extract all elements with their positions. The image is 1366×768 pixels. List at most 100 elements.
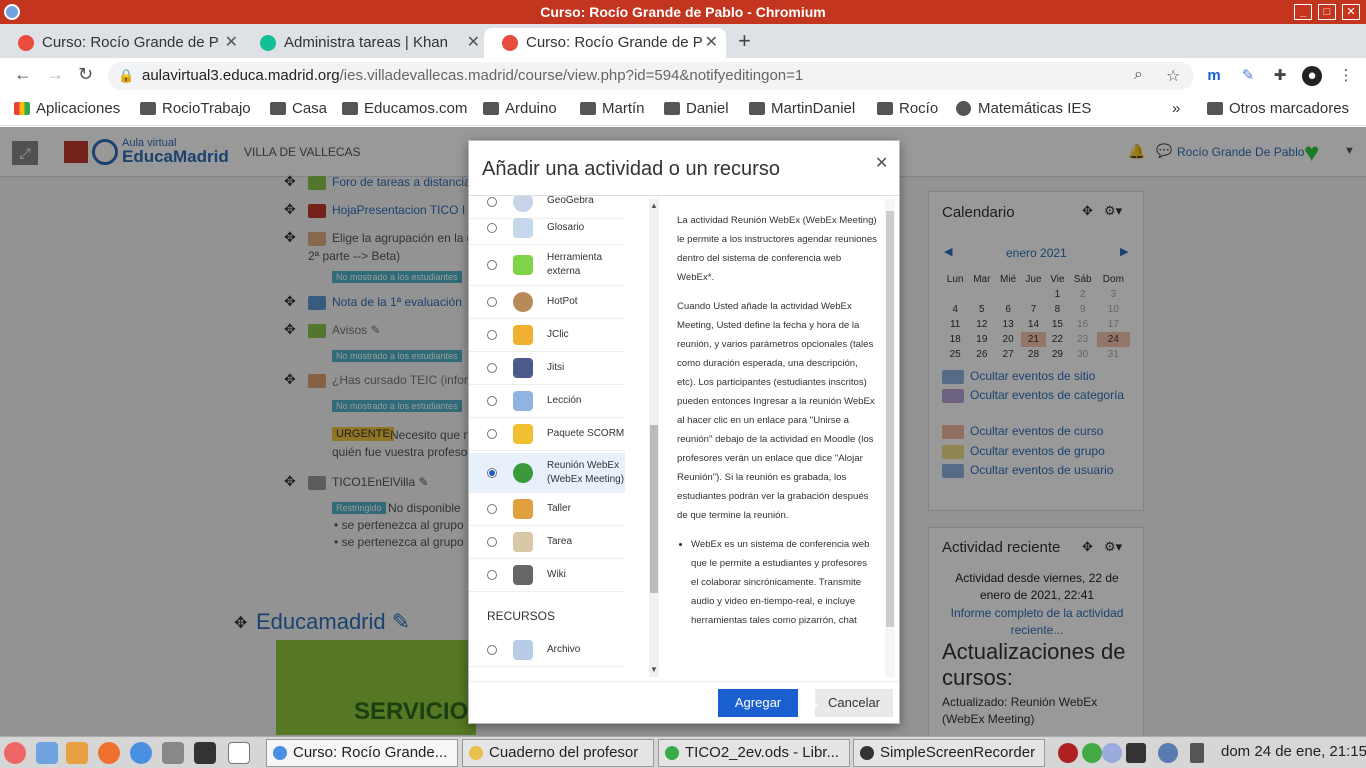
option-jitsi[interactable]: Jitsi <box>469 352 625 385</box>
option-jclic[interactable]: JClic <box>469 319 625 352</box>
option-archivo[interactable]: Archivo <box>469 634 625 667</box>
radio-button[interactable] <box>487 363 497 373</box>
bookmark-other[interactable]: Otros marcadores <box>1207 100 1349 117</box>
screenshot-icon[interactable] <box>162 742 184 764</box>
url-path: /ies.villadevallecas.madrid/course/view.… <box>339 67 804 84</box>
radio-button[interactable] <box>487 396 497 406</box>
cancel-button[interactable]: Cancelar <box>815 689 893 717</box>
extension-feather-icon[interactable]: ✎ <box>1238 66 1258 86</box>
close-window-button[interactable]: ✕ <box>1342 4 1360 20</box>
help-paragraph: La actividad Reunión WebEx (WebEx Meetin… <box>677 215 877 283</box>
editor-icon[interactable] <box>66 742 88 764</box>
extensions-puzzle-icon[interactable]: ✚ <box>1270 66 1290 86</box>
add-button[interactable]: Agregar <box>718 689 798 717</box>
record-icon[interactable] <box>1058 743 1078 763</box>
firefox-icon[interactable] <box>98 742 120 764</box>
option-hotpot[interactable]: HotPot <box>469 286 625 319</box>
option-herramienta-externa[interactable]: Herramienta externa <box>469 245 625 286</box>
radio-button[interactable] <box>487 537 497 547</box>
option-paquete-scorm[interactable]: Paquete SCORM <box>469 418 625 451</box>
network-icon[interactable] <box>1126 743 1146 763</box>
shield-icon[interactable] <box>1082 743 1102 763</box>
bookmarks-overflow[interactable]: » <box>1158 100 1180 117</box>
profile-avatar[interactable]: ● <box>1302 66 1322 86</box>
tab-close-icon[interactable]: ✕ <box>467 28 480 58</box>
bookmark-folder[interactable]: Educamos.com <box>342 100 467 117</box>
radio-button[interactable] <box>487 197 497 207</box>
radio-button[interactable] <box>487 429 497 439</box>
task-screenrecorder[interactable]: SimpleScreenRecorder <box>853 739 1045 767</box>
tab-label: Curso: Rocío Grande de P <box>42 34 219 51</box>
bookmark-folder[interactable]: MartinDaniel <box>749 100 855 117</box>
back-button[interactable]: ← <box>14 64 32 85</box>
launcher-icon[interactable] <box>36 742 58 764</box>
document-icon[interactable] <box>228 742 250 764</box>
folder-icon <box>877 102 893 115</box>
task-libreoffice[interactable]: TICO2_2ev.ods - Libr... <box>658 739 850 767</box>
task-cuaderno[interactable]: Cuaderno del profesor <box>462 739 654 767</box>
taskbar: Curso: Rocío Grande... Cuaderno del prof… <box>0 736 1366 768</box>
bookmark-folder[interactable]: RocioTrabajo <box>140 100 251 117</box>
address-bar[interactable]: 🔒 aulavirtual3.educa.madrid.org/ies.vill… <box>108 62 1194 90</box>
resources-heading: RECURSOS <box>487 609 556 623</box>
clock[interactable]: dom 24 de ene, 21:15 <box>1221 743 1366 760</box>
tab-course-active[interactable]: Curso: Rocío Grande de P ✕ <box>484 28 726 58</box>
chromium-icon[interactable] <box>130 742 152 764</box>
menu-kebab-icon[interactable]: ⋮ <box>1336 66 1356 86</box>
scrollbar-thumb[interactable] <box>886 211 894 627</box>
option-label: Lección <box>547 395 582 406</box>
option-leccion[interactable]: Lección <box>469 385 625 418</box>
options-scrollbar[interactable]: ▲ ▼ <box>649 199 659 677</box>
tab-khan[interactable]: Administra tareas | Khan ✕ <box>242 28 488 58</box>
cloud-icon[interactable] <box>1102 743 1122 763</box>
update-icon[interactable] <box>1158 743 1178 763</box>
tab-strip: Curso: Rocío Grande de P ✕ Administra ta… <box>0 24 1366 58</box>
extension-m-icon[interactable]: m <box>1204 66 1224 86</box>
help-scrollbar[interactable] <box>885 199 895 677</box>
radio-button[interactable] <box>487 330 497 340</box>
bookmark-folder[interactable]: Daniel <box>664 100 729 117</box>
forward-button[interactable]: → <box>46 64 64 85</box>
option-label: Paquete SCORM <box>547 428 625 439</box>
scroll-down-icon[interactable]: ▼ <box>650 665 658 674</box>
bookmark-apps[interactable]: Aplicaciones <box>14 100 120 117</box>
tab-course-1[interactable]: Curso: Rocío Grande de P ✕ <box>0 28 246 58</box>
new-tab-button[interactable]: + <box>738 28 751 54</box>
bookmark-link[interactable]: Matemáticas IES <box>956 100 1091 117</box>
maximize-button[interactable]: □ <box>1318 4 1336 20</box>
radio-button[interactable] <box>487 504 497 514</box>
start-menu-icon[interactable] <box>4 742 26 764</box>
option-taller[interactable]: Taller <box>469 493 625 526</box>
radio-button[interactable] <box>487 260 497 270</box>
option-label: GeoGebra <box>547 196 594 206</box>
radio-button[interactable] <box>487 297 497 307</box>
option-tarea[interactable]: Tarea <box>469 526 625 559</box>
option-label: Archivo <box>547 644 581 655</box>
terminal-icon[interactable] <box>194 742 216 764</box>
scroll-up-icon[interactable]: ▲ <box>650 201 658 210</box>
option-glosario[interactable]: Glosario <box>469 212 625 245</box>
option-reunion-webex[interactable]: Reunión WebEx (WebEx Meeting) <box>469 453 625 493</box>
radio-button-selected[interactable] <box>487 468 497 478</box>
task-chromium[interactable]: Curso: Rocío Grande... <box>266 739 458 767</box>
radio-button[interactable] <box>487 645 497 655</box>
bookmark-folder[interactable]: Arduino <box>483 100 557 117</box>
minimize-button[interactable]: _ <box>1294 4 1312 20</box>
close-icon[interactable]: ✕ <box>875 153 888 173</box>
option-wiki[interactable]: Wiki <box>469 559 625 592</box>
bookmark-folder[interactable]: Martín <box>580 100 645 117</box>
bookmark-folder[interactable]: Casa <box>270 100 327 117</box>
radio-button[interactable] <box>487 570 497 580</box>
zoom-icon[interactable]: ⌕ <box>1134 66 1143 84</box>
bookmark-star-icon[interactable]: ☆ <box>1166 66 1180 86</box>
reload-button[interactable]: ↻ <box>78 64 93 85</box>
workshop-icon <box>513 499 533 519</box>
bookmark-folder[interactable]: Rocío <box>877 100 938 117</box>
khan-favicon-icon <box>260 35 276 51</box>
radio-button[interactable] <box>487 223 497 233</box>
tab-close-icon[interactable]: ✕ <box>225 28 238 58</box>
scrollbar-thumb[interactable] <box>650 425 658 593</box>
option-label: Wiki <box>547 569 566 580</box>
volume-icon[interactable] <box>1190 743 1204 763</box>
tab-close-icon[interactable]: ✕ <box>705 28 718 58</box>
